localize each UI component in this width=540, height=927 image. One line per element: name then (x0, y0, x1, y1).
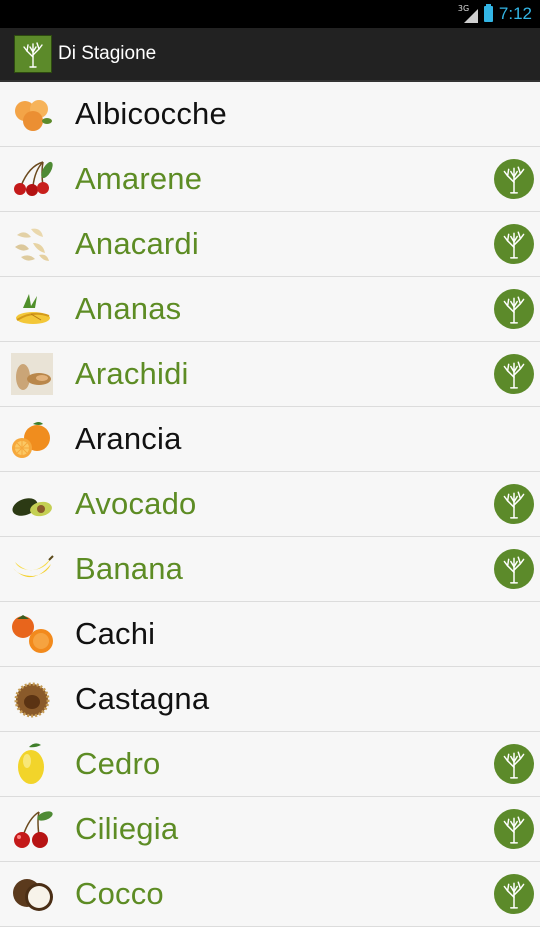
item-label: Arancia (75, 421, 182, 456)
clock: 7:12 (498, 4, 532, 23)
cherry-icon (9, 806, 55, 852)
season-tree-icon (494, 744, 534, 784)
list-item[interactable]: Arancia (0, 407, 540, 472)
list-item[interactable]: Castagna (0, 667, 540, 732)
item-label: Cedro (75, 746, 161, 781)
list-item[interactable]: Banana (0, 537, 540, 602)
avocado-icon (9, 481, 55, 527)
pineapple-icon (9, 286, 55, 332)
status-icons: 3G 7:12 (458, 0, 532, 28)
list-item[interactable]: Anacardi (0, 212, 540, 277)
item-label: Castagna (75, 681, 210, 716)
list-item[interactable]: Albicocche (0, 82, 540, 147)
list-item[interactable]: Ananas (0, 277, 540, 342)
status-bar: 3G 7:12 (0, 0, 540, 28)
item-label: Anacardi (75, 226, 199, 261)
item-label: Albicocche (75, 96, 227, 131)
apricot-icon (9, 91, 55, 137)
banana-icon (9, 546, 55, 592)
action-bar: Di Stagione (0, 28, 540, 82)
season-tree-icon (494, 809, 534, 849)
cashew-icon (9, 221, 55, 267)
list-item[interactable]: Cedro (0, 732, 540, 797)
orange-icon (9, 416, 55, 462)
item-label: Avocado (75, 486, 197, 521)
item-label: Ciliegia (75, 811, 179, 846)
list-item[interactable]: Ciliegia (0, 797, 540, 862)
season-tree-icon (494, 159, 534, 199)
peanut-icon (9, 351, 55, 397)
season-tree-icon (494, 224, 534, 264)
list-item[interactable]: Cocco (0, 862, 540, 927)
item-label: Amarene (75, 161, 203, 196)
item-label: Cocco (75, 876, 164, 911)
app-title: Di Stagione (58, 43, 157, 64)
season-tree-icon (494, 549, 534, 589)
list-item[interactable]: Avocado (0, 472, 540, 537)
battery-icon (483, 4, 493, 22)
chestnut-icon (9, 676, 55, 722)
season-tree-icon (494, 354, 534, 394)
season-tree-icon (494, 874, 534, 914)
item-label: Ananas (75, 291, 182, 326)
sour-cherry-icon (9, 156, 55, 202)
list-item[interactable]: Cachi (0, 602, 540, 667)
tree-icon[interactable] (14, 35, 52, 73)
fruit-list: Albicocche Amarene Anacardi Ananas Arachidi A… (0, 82, 540, 927)
coconut-icon (9, 871, 55, 917)
persimmon-icon (9, 611, 55, 657)
season-tree-icon (494, 484, 534, 524)
season-tree-icon (494, 289, 534, 329)
item-label: Banana (75, 551, 184, 586)
item-label: Cachi (75, 616, 156, 651)
item-label: Arachidi (75, 356, 189, 391)
list-item[interactable]: Amarene (0, 147, 540, 212)
citron-icon (9, 741, 55, 787)
list-item[interactable]: Arachidi (0, 342, 540, 407)
signal-icon: 3G (458, 4, 478, 23)
